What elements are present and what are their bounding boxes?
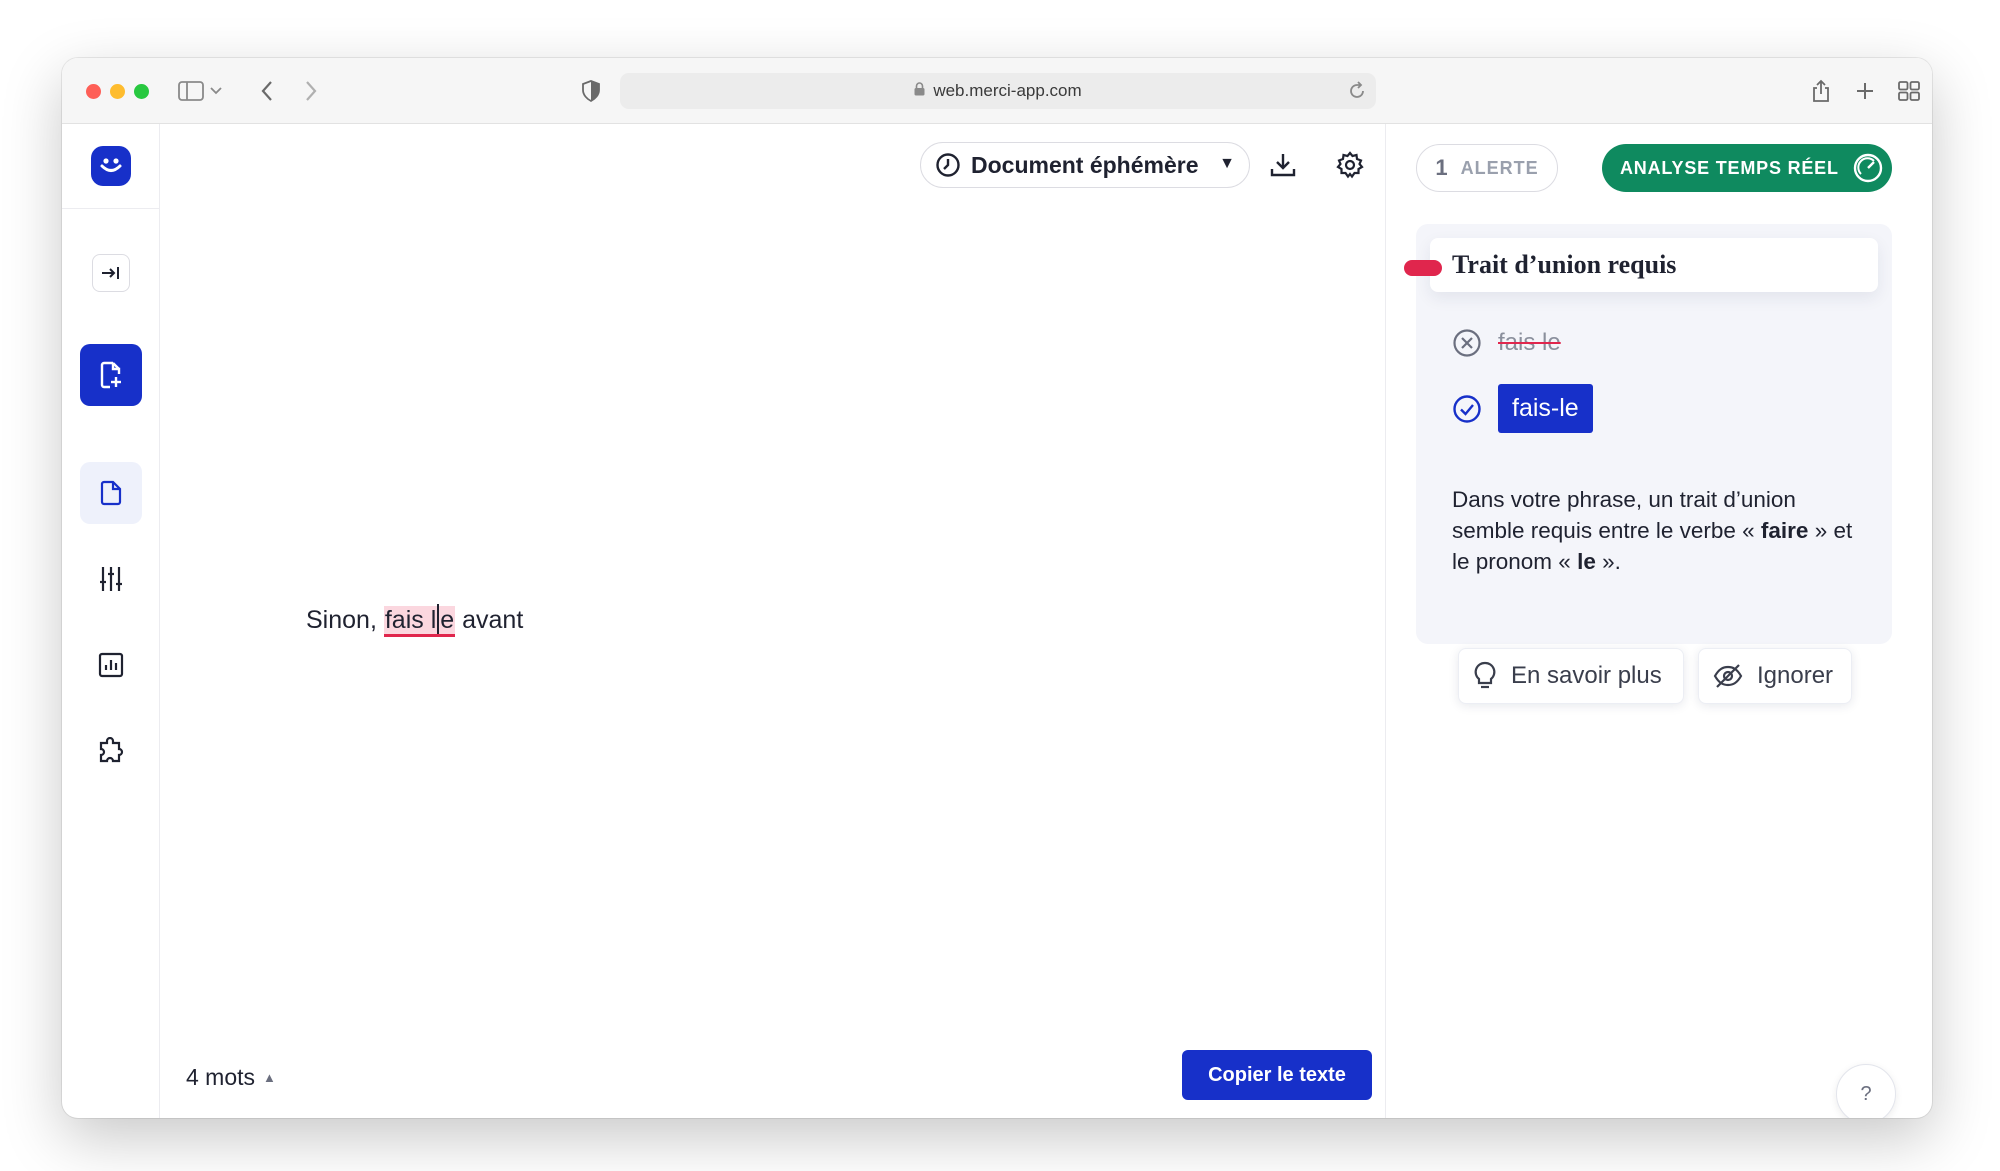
lightbulb-icon — [1474, 661, 1496, 689]
explanation-bold-1: faire — [1760, 518, 1809, 543]
shield-icon[interactable] — [576, 76, 606, 106]
triangle-up-icon: ▲ — [263, 1070, 276, 1085]
highlighted-error[interactable]: fais le — [383, 604, 456, 637]
settings-sliders-button[interactable] — [80, 548, 142, 610]
url-text: web.merci-app.com — [933, 81, 1082, 100]
word-count-label: 4 mots — [186, 1064, 256, 1090]
sidebar-toggle-icon[interactable] — [176, 76, 206, 106]
gear-icon — [1336, 151, 1364, 179]
download-icon — [1270, 154, 1296, 177]
address-bar[interactable]: web.merci-app.com — [620, 73, 1376, 109]
new-tab-icon[interactable] — [1850, 76, 1880, 106]
editor-text[interactable]: Sinon, fais le avant — [306, 604, 524, 637]
sliders-icon — [100, 567, 122, 591]
rejected-text: fais le — [1498, 329, 1561, 356]
minimize-window-button[interactable] — [110, 84, 125, 99]
editor-area: Document éphémère ▼ Sinon, fais le avant… — [160, 124, 1386, 1118]
back-icon[interactable] — [252, 76, 282, 106]
learn-more-label: En savoir plus — [1511, 662, 1662, 689]
merci-app: Document éphémère ▼ Sinon, fais le avant… — [62, 124, 1932, 1118]
highlight-text-part2: e — [440, 606, 455, 634]
smiley-logo-icon — [100, 158, 122, 172]
new-document-button[interactable] — [80, 344, 142, 406]
explanation-text-3: ». — [1595, 549, 1621, 574]
suggestion-explanation: Dans votre phrase, un trait d’union semb… — [1452, 484, 1862, 577]
sidebar-divider — [62, 208, 160, 209]
bar-chart-icon — [98, 652, 124, 678]
text-after: avant — [455, 606, 524, 634]
file-plus-icon — [100, 361, 121, 389]
text-cursor — [437, 604, 440, 634]
close-window-button[interactable] — [86, 84, 101, 99]
browser-window: web.merci-app.com Document éphémère ▼ Si… — [62, 58, 1932, 1118]
copy-text-button[interactable]: Copier le texte — [1182, 1050, 1372, 1100]
x-circle-icon — [1453, 329, 1481, 357]
maximize-window-button[interactable] — [134, 84, 149, 99]
settings-button[interactable] — [1333, 148, 1367, 182]
suggestion-chip[interactable]: fais-le — [1498, 384, 1593, 433]
reload-icon[interactable] — [1348, 80, 1366, 105]
word-count-toggle[interactable]: 4 mots ▲ — [186, 1064, 276, 1091]
app-logo[interactable] — [91, 146, 131, 186]
ignore-button[interactable]: Ignorer — [1698, 648, 1852, 704]
highlight-text-part1: fais l — [384, 606, 437, 634]
browser-toolbar: web.merci-app.com — [62, 58, 1932, 124]
document-type-select[interactable]: Document éphémère ▼ — [920, 142, 1250, 188]
help-button[interactable]: ? — [1836, 1064, 1896, 1118]
learn-more-button[interactable]: En savoir plus — [1458, 648, 1684, 704]
alert-count-badge[interactable]: 1 ALERTE — [1416, 144, 1558, 192]
analysis-label: ANALYSE TEMPS RÉEL — [1620, 157, 1839, 178]
tab-overview-icon[interactable] — [1894, 76, 1924, 106]
chevron-down-icon[interactable] — [208, 76, 224, 106]
puzzle-icon — [99, 737, 124, 763]
alert-label: ALERTE — [1460, 157, 1539, 178]
share-icon[interactable] — [1806, 76, 1836, 106]
collapse-sidebar-button[interactable] — [92, 254, 130, 292]
suggestion-card: Trait d’union requis fais le fais-le Dan… — [1404, 224, 1892, 644]
clock-icon — [936, 153, 960, 177]
text-before: Sinon, — [306, 606, 384, 634]
suggestion-title-text: Trait d’union requis — [1452, 250, 1677, 279]
eye-off-icon — [1713, 664, 1743, 688]
download-button[interactable] — [1266, 148, 1300, 182]
document-icon — [100, 480, 122, 506]
realtime-analysis-button[interactable]: ANALYSE TEMPS RÉEL — [1602, 144, 1892, 192]
error-marker — [1404, 260, 1442, 276]
gauge-icon — [1853, 153, 1883, 183]
ignore-label: Ignorer — [1757, 662, 1834, 689]
document-type-label: Document éphémère — [971, 151, 1199, 178]
suggestion-title: Trait d’union requis — [1430, 238, 1878, 292]
extensions-button[interactable] — [80, 720, 142, 782]
suggestions-panel: 1 ALERTE ANALYSE TEMPS RÉEL Trait d’unio… — [1386, 124, 1932, 1118]
statistics-button[interactable] — [80, 634, 142, 696]
accepted-option[interactable]: fais-le — [1452, 384, 1593, 433]
explanation-bold-2: le — [1577, 549, 1596, 574]
arrow-to-right-icon — [102, 267, 119, 279]
rejected-option[interactable]: fais le — [1452, 328, 1561, 358]
alert-count: 1 — [1435, 155, 1449, 180]
app-sidebar — [62, 124, 160, 1118]
documents-button[interactable] — [80, 462, 142, 524]
forward-icon[interactable] — [296, 76, 326, 106]
explanation-text-1: Dans votre phrase, un trait d’union semb… — [1452, 487, 1796, 543]
check-circle-icon — [1453, 394, 1481, 423]
chevron-down-icon: ▼ — [1219, 155, 1235, 172]
lock-icon — [914, 81, 925, 101]
